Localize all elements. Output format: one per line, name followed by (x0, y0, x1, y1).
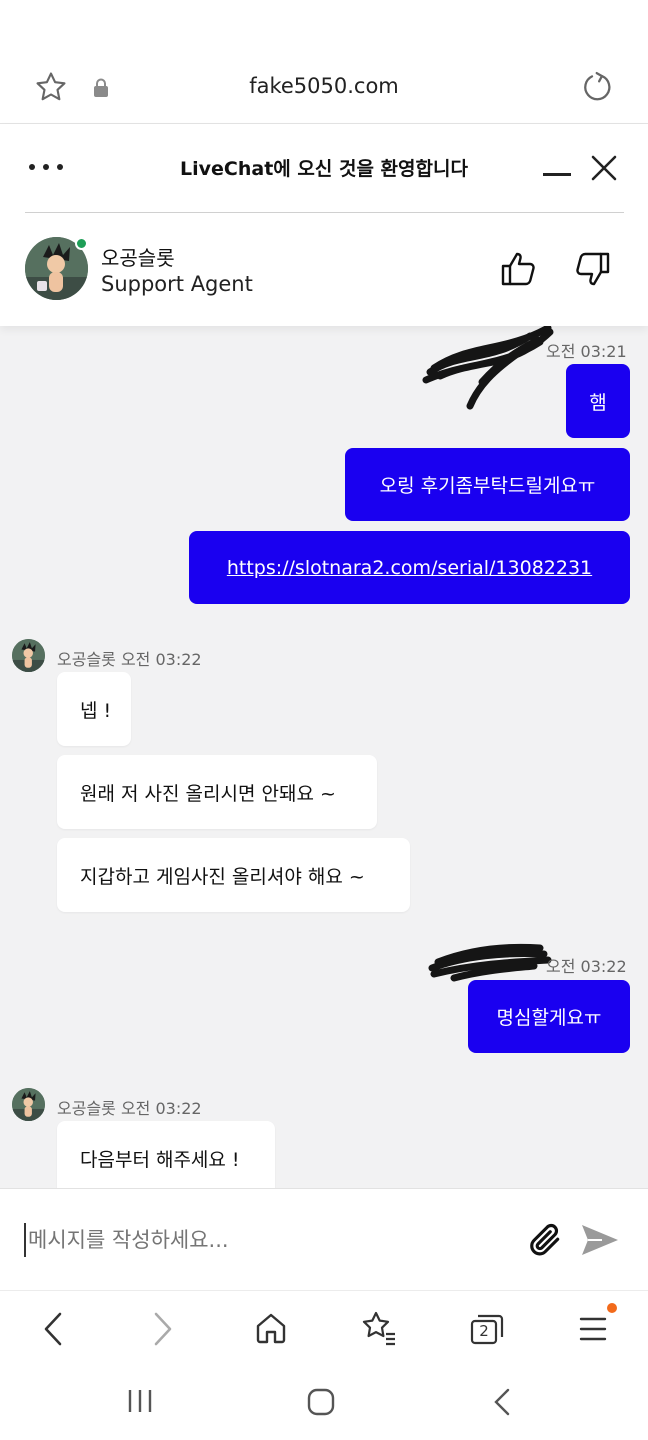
message-text: 원래 저 사진 올리시면 안돼요 ~ (80, 782, 336, 805)
outgoing-message[interactable]: 오링 후기좀부탁드릴게요ㅠ (345, 448, 630, 521)
message-composer (0, 1188, 648, 1290)
outgoing-timestamp: 오전 03:22 (546, 957, 627, 976)
back-icon[interactable] (40, 1311, 66, 1347)
reload-icon[interactable] (580, 70, 614, 104)
url-text[interactable]: fake5050.com (0, 74, 648, 98)
agent-role: Support Agent (101, 272, 253, 296)
send-icon[interactable] (580, 1223, 620, 1257)
menu-icon[interactable] (578, 1315, 608, 1343)
incoming-message[interactable]: 다음부터 해주세요 ! (57, 1121, 275, 1188)
recents-icon[interactable] (127, 1388, 153, 1414)
chat-header: LiveChat에 오신 것을 환영합니다 오공슬롯 Support Agent (0, 124, 648, 326)
thumbs-up-icon[interactable] (500, 251, 538, 287)
message-text: 오링 후기좀부탁드릴게요ㅠ (379, 475, 596, 497)
outgoing-timestamp: 오전 03:21 (546, 342, 627, 361)
agent-avatar-small (12, 639, 45, 672)
message-text: 지갑하고 게임사진 올리셔야 해요 ~ (80, 865, 365, 888)
message-link[interactable]: https://slotnara2.com/serial/13082231 (227, 557, 592, 579)
close-icon[interactable] (590, 154, 618, 182)
minimize-icon[interactable] (542, 172, 572, 178)
attachment-icon[interactable] (526, 1221, 564, 1259)
thumbs-down-icon[interactable] (573, 251, 611, 287)
incoming-meta: 오공슬롯 오전 03:22 (57, 650, 202, 669)
bookmarks-icon[interactable] (360, 1309, 398, 1347)
redaction-scribble (422, 326, 554, 410)
message-text: 다음부터 해주세요 ! (80, 1148, 240, 1171)
menu-notification-dot (607, 1303, 617, 1313)
message-text: 햄 (589, 391, 607, 414)
message-text: 넵 ! (80, 699, 112, 722)
tabs-icon[interactable]: 2 (470, 1313, 504, 1345)
incoming-meta: 오공슬롯 오전 03:22 (57, 1099, 202, 1118)
agent-avatar-small (12, 1088, 45, 1121)
browser-toolbar: 2 (0, 1290, 648, 1370)
chat-messages[interactable]: 오전 03:21 햄 오링 후기좀부탁드릴게요ㅠ https://slotnar… (0, 326, 648, 1188)
outgoing-message[interactable]: 명심할게요ㅠ (468, 980, 630, 1053)
forward-icon[interactable] (150, 1311, 176, 1347)
incoming-message[interactable]: 넵 ! (57, 672, 131, 746)
message-text: 명심할게요ㅠ (496, 1007, 602, 1029)
system-navigation-bar (0, 1370, 648, 1440)
header-divider (25, 212, 624, 213)
browser-url-bar: fake5050.com (0, 40, 648, 124)
home-icon[interactable] (254, 1311, 288, 1345)
incoming-message[interactable]: 원래 저 사진 올리시면 안돼요 ~ (57, 755, 377, 829)
redaction-scribble (428, 943, 552, 982)
system-back-icon[interactable] (492, 1388, 512, 1416)
outgoing-message[interactable]: 햄 (566, 364, 630, 438)
agent-name: 오공슬롯 (101, 246, 175, 270)
online-status-dot (75, 237, 88, 250)
message-input[interactable] (24, 1223, 504, 1257)
incoming-message[interactable]: 지갑하고 게임사진 올리셔야 해요 ~ (57, 838, 410, 912)
tab-count: 2 (479, 1322, 489, 1340)
home-button-icon[interactable] (307, 1388, 335, 1416)
outgoing-message[interactable]: https://slotnara2.com/serial/13082231 (189, 531, 630, 604)
